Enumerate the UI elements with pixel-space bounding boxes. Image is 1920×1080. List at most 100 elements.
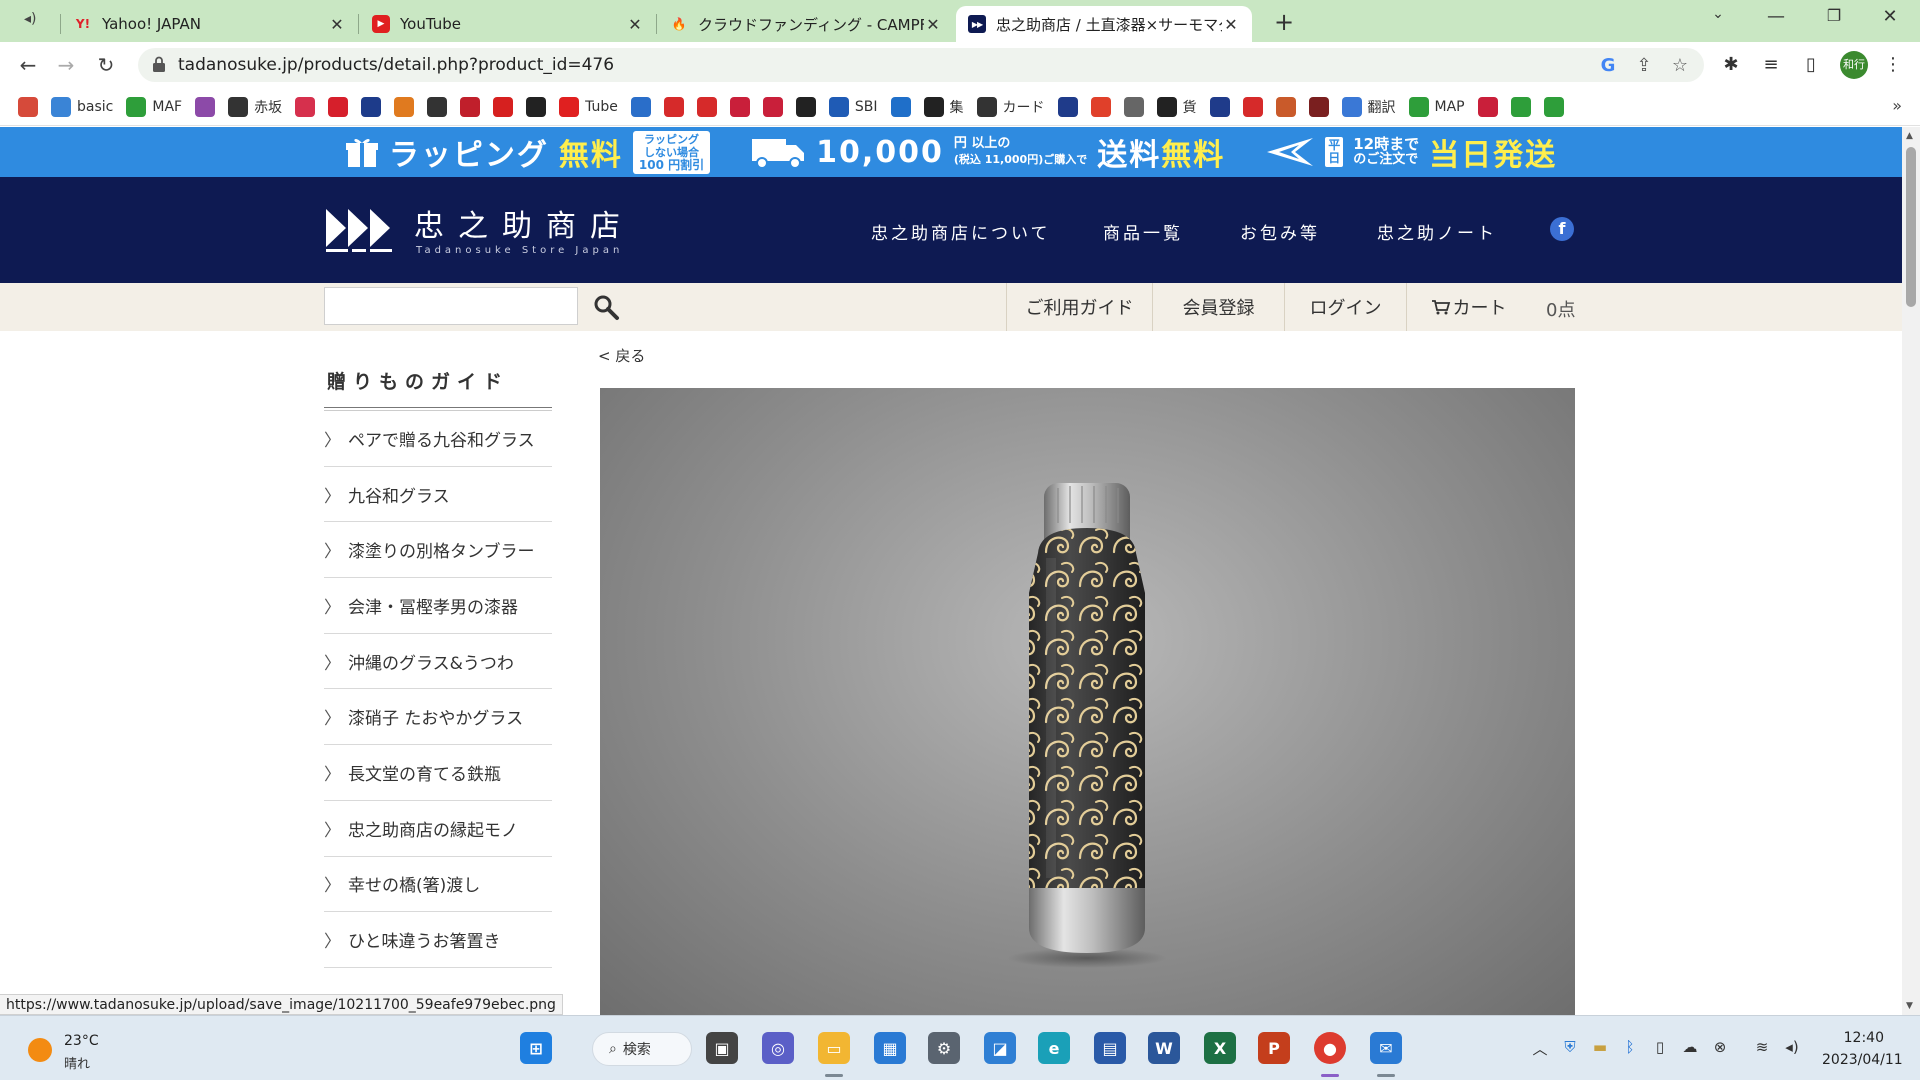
tab-yahoo[interactable]: Y! Yahoo! JAPAN ✕ <box>62 6 358 42</box>
restore-button[interactable]: ❐ <box>1822 6 1846 25</box>
bookmark-item[interactable]: Tube <box>559 96 618 117</box>
nav-wrapping[interactable]: お包み等 <box>1240 219 1320 244</box>
profile-avatar[interactable]: 和行 <box>1840 51 1868 79</box>
product-image[interactable] <box>600 388 1575 1015</box>
url-text[interactable]: tadanosuke.jp/products/detail.php?produc… <box>178 55 614 75</box>
bookmark-item[interactable] <box>295 96 316 117</box>
side-panel-icon[interactable]: ▯ <box>1798 52 1824 78</box>
promo-banner[interactable]: ラッピング 無料 ラッピング しない場合 100 円割引 10,000 円 以上… <box>0 127 1902 177</box>
scrollbar-thumb[interactable] <box>1906 147 1916 307</box>
media-control-icon[interactable]: ≡ <box>1758 52 1784 78</box>
bookmark-item[interactable] <box>394 96 415 117</box>
page-scrollbar[interactable]: ▲ ▼ <box>1902 127 1920 1015</box>
bookmark-item[interactable] <box>795 96 816 117</box>
guide-link[interactable]: ご利用ガイド <box>1006 283 1152 331</box>
sidebar-item[interactable]: 〉幸せの橋(箸)渡し <box>324 857 552 913</box>
bookmark-item[interactable]: カード <box>976 96 1045 117</box>
scroll-up-icon[interactable]: ▲ <box>1906 131 1913 141</box>
tray-chevron-up-icon[interactable]: ︿ <box>1530 1038 1550 1059</box>
sidebar-item[interactable]: 〉忠之助商店の縁起モノ <box>324 801 552 857</box>
search-icon[interactable] <box>592 293 620 321</box>
nav-notes[interactable]: 忠之助ノート <box>1377 219 1497 244</box>
clock-time[interactable]: 12:40 <box>1822 1030 1884 1046</box>
bookmark-item[interactable] <box>762 96 783 117</box>
bookmark-item[interactable]: 赤坂 <box>228 96 282 117</box>
excel-icon[interactable]: X <box>1204 1032 1236 1064</box>
login-link[interactable]: ログイン <box>1284 283 1406 331</box>
register-link[interactable]: 会員登録 <box>1152 283 1284 331</box>
cart-link[interactable]: カート <box>1406 283 1530 331</box>
taskbar-search[interactable]: ⌕ 検索 <box>592 1032 692 1066</box>
minimize-button[interactable]: — <box>1764 6 1788 27</box>
bookmark-item[interactable] <box>663 96 684 117</box>
reload-button[interactable]: ↻ <box>92 51 120 79</box>
search-input[interactable] <box>324 287 578 325</box>
bookmark-item[interactable] <box>890 96 911 117</box>
bookmark-item[interactable] <box>1510 96 1531 117</box>
bookmark-item[interactable]: 貨 <box>1156 96 1197 117</box>
sun-icon[interactable] <box>28 1038 52 1062</box>
back-button[interactable]: ← <box>14 51 42 79</box>
logo-mark-icon[interactable] <box>324 203 394 253</box>
bookmark-item[interactable] <box>1123 96 1144 117</box>
sidebar-item[interactable]: 〉会津・冨樫孝男の漆器 <box>324 578 552 634</box>
close-icon[interactable]: ✕ <box>924 15 942 34</box>
tray-app-icon[interactable]: ▬ <box>1590 1038 1610 1056</box>
bookmark-item[interactable] <box>493 96 514 117</box>
omnibox[interactable]: tadanosuke.jp/products/detail.php?produc… <box>138 48 1704 82</box>
bookmark-item[interactable] <box>1242 96 1263 117</box>
bookmark-item[interactable] <box>328 96 349 117</box>
bookmark-item[interactable]: basic <box>51 96 113 117</box>
new-tab-button[interactable]: + <box>1272 8 1296 36</box>
tab-search-chevron-icon[interactable]: ⌄ <box>1706 6 1730 22</box>
close-icon[interactable]: ✕ <box>626 15 644 34</box>
share-icon[interactable]: ⇪ <box>1632 54 1656 78</box>
onedrive-cloud-icon[interactable]: ☁ <box>1680 1038 1700 1056</box>
mail-icon[interactable]: ✉ <box>1370 1032 1402 1064</box>
weather-description[interactable]: 晴れ <box>64 1053 90 1072</box>
clock-date[interactable]: 2023/04/11 <box>1822 1052 1903 1068</box>
edge-browser-icon[interactable]: e <box>1038 1032 1070 1064</box>
sidebar-item[interactable]: 〉ペアで贈る九谷和グラス <box>324 411 552 467</box>
extensions-puzzle-icon[interactable]: ✱ <box>1718 52 1744 78</box>
facebook-icon[interactable]: f <box>1550 217 1574 241</box>
bookmark-item[interactable]: 翻訳 <box>1341 96 1396 117</box>
bookmark-item[interactable] <box>460 96 481 117</box>
bookmark-item[interactable]: MAF <box>126 96 182 117</box>
settings-gear-icon[interactable]: ⚙ <box>928 1032 960 1064</box>
bookmark-item[interactable] <box>1477 96 1498 117</box>
bookmark-item[interactable] <box>1275 96 1296 117</box>
lock-icon[interactable] <box>152 56 166 72</box>
bookmark-star-icon[interactable]: ☆ <box>1668 54 1692 78</box>
sidebar-item[interactable]: 〉長文堂の育てる鉄瓶 <box>324 745 552 801</box>
usb-icon[interactable]: ▯ <box>1650 1038 1670 1056</box>
tab-campfire[interactable]: 🔥 クラウドファンディング - CAMPFIRE (キ ✕ <box>658 6 954 42</box>
forward-button[interactable]: → <box>52 51 80 79</box>
bookmark-item[interactable] <box>427 96 448 117</box>
chat-icon[interactable]: ◎ <box>762 1032 794 1064</box>
bookmark-item[interactable] <box>1090 96 1111 117</box>
weather-temperature[interactable]: 23°C <box>64 1033 99 1049</box>
bookmark-item[interactable] <box>729 96 750 117</box>
word-icon[interactable]: W <box>1148 1032 1180 1064</box>
tab-tadanosuke[interactable]: ▶▶ 忠之助商店 / 土直漆器×サーモマグ ✕ <box>956 6 1252 42</box>
nav-products[interactable]: 商品一覧 <box>1103 219 1183 244</box>
bookmark-item[interactable] <box>526 96 547 117</box>
bookmark-item[interactable] <box>696 96 717 117</box>
bookmark-item[interactable] <box>18 96 38 117</box>
defender-shield-icon[interactable]: ⛨ <box>1560 1038 1580 1056</box>
tray-status-x-icon[interactable]: ⊗ <box>1710 1038 1730 1056</box>
photos-icon[interactable]: ◪ <box>984 1032 1016 1064</box>
bookmark-item[interactable]: SBI <box>828 96 878 117</box>
sidebar-item[interactable]: 〉ひと味違うお箸置き <box>324 912 552 968</box>
bookmark-item[interactable] <box>1308 96 1329 117</box>
menu-kebab-icon[interactable]: ⋮ <box>1880 52 1906 78</box>
tab-youtube[interactable]: ▶ YouTube ✕ <box>360 6 656 42</box>
sidebar-item[interactable]: 〉沖縄のグラス&うつわ <box>324 634 552 690</box>
bookmark-item[interactable] <box>630 96 651 117</box>
nav-about[interactable]: 忠之助商店について <box>871 219 1051 244</box>
sidebar-item[interactable]: 〉漆塗りの別格タンブラー <box>324 522 552 579</box>
sidebar-item[interactable]: 〉九谷和グラス <box>324 467 552 523</box>
store-icon[interactable]: ▤ <box>1094 1032 1126 1064</box>
site-logo-text[interactable]: 忠之助商店 <box>414 201 634 245</box>
